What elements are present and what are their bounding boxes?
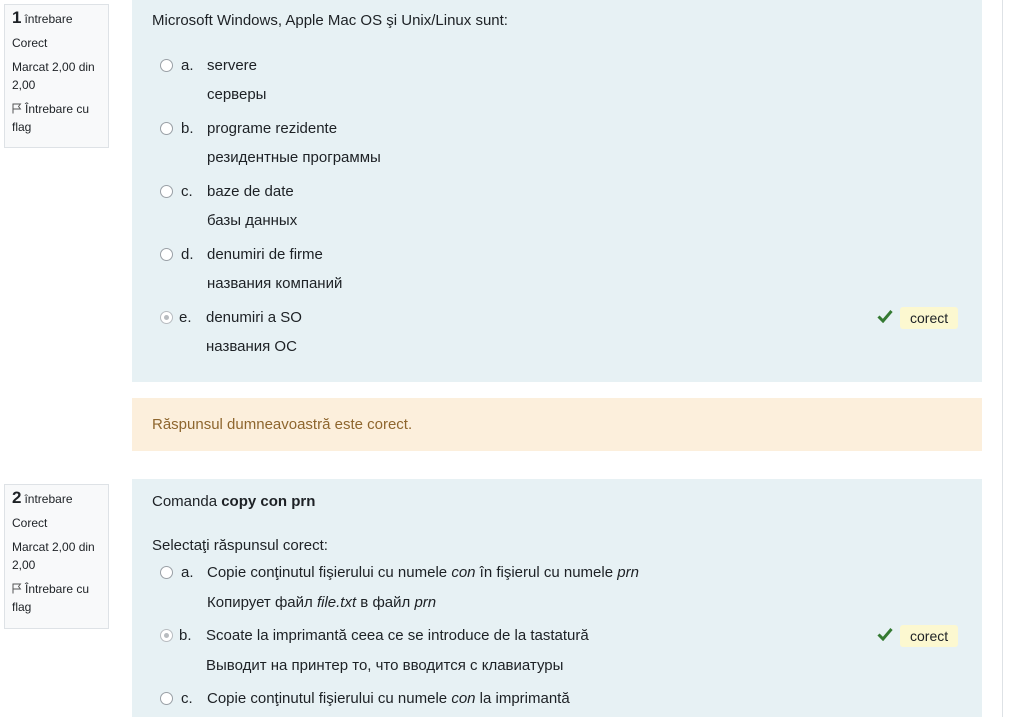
answer-option-c[interactable]: c. baze de date базы данных (132, 182, 982, 238)
question-prompt: Selectaţi răspunsul corect: (152, 537, 328, 554)
answer-text: programe rezidente (207, 120, 338, 137)
answer-letter: e. (179, 309, 192, 326)
question-2-info: 2 întrebare Corect Marcat 2,00 din 2,00 Î… (4, 484, 109, 629)
flag-label: Întrebare cu flag (12, 102, 90, 134)
question-number-label: întrebare (24, 492, 73, 506)
radio-button-selected[interactable] (160, 311, 173, 324)
answer-letter: c. (181, 690, 193, 707)
answer-text: servere (207, 57, 258, 74)
radio-button[interactable] (160, 122, 173, 135)
quiz-review-page: 1 întrebare Corect Marcat 2,00 din 2,00 Î… (0, 0, 1025, 717)
answer-text: Copie conţinutul fişierului cu numele co… (207, 690, 570, 707)
answer-option-a[interactable]: a. Copie conţinutul fişierului cu numele… (132, 563, 982, 619)
answer-letter: b. (179, 627, 192, 644)
question-1-feedback: Răspunsul dumneavoastră este corect. (132, 398, 982, 451)
question-command: copy con prn (221, 493, 316, 510)
flag-question-link[interactable]: Întrebare cu flag (12, 580, 101, 616)
question-number: 1 întrebare (12, 9, 101, 28)
question-number-value: 2 (12, 488, 22, 507)
answer-translation: Выводит на принтер то, что вводится с кл… (206, 657, 564, 674)
answer-translation: резидентные программы (207, 149, 381, 166)
flag-icon (12, 103, 22, 114)
answer-translation: Копирует файл file.txt в файл prn (207, 594, 437, 611)
question-1-info: 1 întrebare Corect Marcat 2,00 din 2,00 Î… (4, 4, 109, 148)
flag-icon (12, 583, 22, 594)
radio-button[interactable] (160, 59, 173, 72)
answer-option-c[interactable]: c. Copie conţinutul fişierului cu numele… (132, 689, 982, 715)
question-1-formulation: Microsoft Windows, Apple Mac OS şi Unix/… (132, 0, 982, 382)
question-grade: Marcat 2,00 din 2,00 (12, 540, 95, 572)
answer-text: denumiri de firme (207, 246, 323, 263)
answer-letter: a. (181, 57, 194, 74)
answer-option-a[interactable]: a. servere серверы (132, 56, 982, 112)
answer-translation: названия компаний (207, 275, 343, 292)
answer-option-b[interactable]: b. Scoate la imprimantă ceea ce se intro… (132, 625, 982, 682)
question-text-prefix: Comanda (152, 493, 222, 510)
question-number: 2 întrebare (12, 489, 101, 508)
answer-option-e[interactable]: e. denumiri a SO названия ОС corect (132, 307, 982, 364)
scrollbar-track[interactable] (1002, 0, 1025, 717)
check-icon (877, 310, 893, 323)
answer-letter: b. (181, 120, 194, 137)
answer-text: denumiri a SO (206, 309, 302, 326)
answer-text: Copie conţinutul fişierului cu numele co… (207, 564, 639, 581)
answer-text: Scoate la imprimantă ceea ce se introduc… (206, 627, 589, 644)
answer-translation: серверы (207, 86, 267, 103)
radio-button[interactable] (160, 692, 173, 705)
radio-button[interactable] (160, 566, 173, 579)
answer-option-b[interactable]: b. programe rezidente резидентные програ… (132, 119, 982, 175)
question-state: Corect (12, 516, 48, 530)
flag-label: Întrebare cu flag (12, 582, 90, 614)
answer-letter: c. (181, 183, 193, 200)
correct-badge: corect (900, 625, 959, 647)
question-text: Microsoft Windows, Apple Mac OS şi Unix/… (152, 12, 508, 29)
answer-translation: названия ОС (206, 338, 297, 355)
answer-letter: d. (181, 246, 194, 263)
question-number-value: 1 (12, 8, 22, 27)
answer-letter: a. (181, 564, 194, 581)
question-text: Comanda copy con prn (152, 492, 315, 512)
answer-translation: базы данных (207, 212, 298, 229)
radio-button[interactable] (160, 185, 173, 198)
answer-option-d[interactable]: d. denumiri de firme названия компаний (132, 245, 982, 301)
correct-badge: corect (900, 307, 959, 329)
check-icon (877, 628, 893, 641)
answer-text: baze de date (207, 183, 294, 200)
question-number-label: întrebare (24, 12, 73, 26)
radio-button-selected[interactable] (160, 629, 173, 642)
flag-question-link[interactable]: Întrebare cu flag (12, 100, 101, 136)
question-2-formulation: Comanda copy con prn Selectaţi răspunsul… (132, 479, 982, 717)
question-state: Corect (12, 36, 48, 50)
radio-button[interactable] (160, 248, 173, 261)
question-grade: Marcat 2,00 din 2,00 (12, 60, 95, 92)
